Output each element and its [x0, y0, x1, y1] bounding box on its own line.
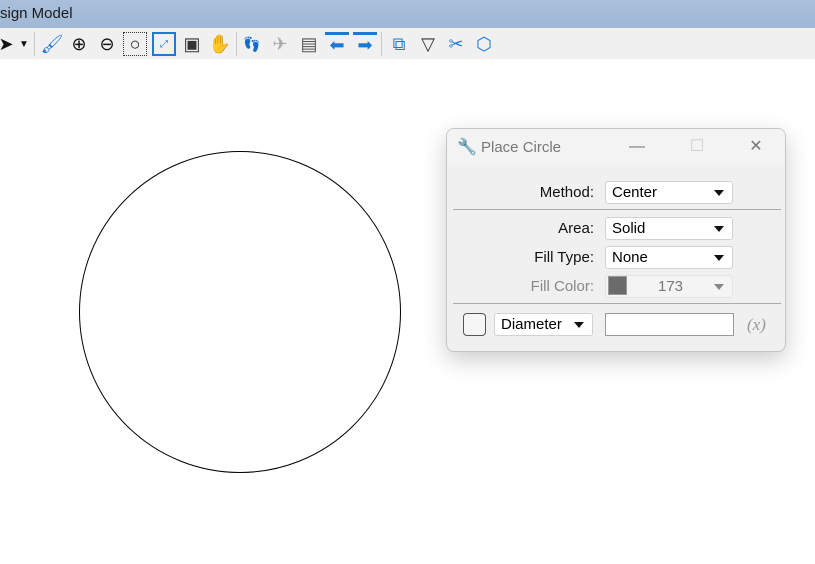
- rotate-view-icon[interactable]: ▣: [180, 32, 204, 56]
- copy-view-icon[interactable]: ⧉: [387, 32, 411, 56]
- previous-view-icon[interactable]: ⬅: [325, 32, 349, 56]
- window-title: sign Model: [0, 5, 73, 22]
- chevron-down-icon: [714, 190, 724, 196]
- method-label: Method:: [539, 184, 594, 201]
- method-value: Center: [612, 184, 658, 201]
- next-view-icon[interactable]: ➡: [353, 32, 377, 56]
- minimize-button[interactable]: —: [622, 135, 652, 159]
- view-previous-screen-icon[interactable]: ▤: [297, 32, 321, 56]
- area-dropdown[interactable]: Solid: [605, 217, 733, 240]
- zoom-out-icon[interactable]: ⊖: [95, 32, 119, 56]
- diameter-input[interactable]: [605, 313, 734, 336]
- title-bar: sign Model: [0, 0, 815, 28]
- area-label: Area:: [558, 220, 594, 237]
- close-button[interactable]: ✕: [741, 135, 771, 159]
- color-swatch: [608, 276, 627, 295]
- window-area-icon[interactable]: ○: [123, 32, 147, 56]
- clip-volume-icon[interactable]: ✂: [444, 32, 468, 56]
- expression-button[interactable]: (x): [747, 315, 766, 335]
- chevron-down-icon: [714, 255, 724, 261]
- tool-settings-icon: 🔧: [457, 139, 477, 156]
- dialog-title-bar[interactable]: 🔧 Place Circle — ☐ ✕: [447, 129, 785, 165]
- view-display-mode-icon[interactable]: ▽: [416, 32, 440, 56]
- fill-color-dropdown: 173: [605, 275, 733, 298]
- divider: [453, 303, 781, 304]
- chevron-down-icon: [714, 284, 724, 290]
- update-view-icon[interactable]: 🖌: [40, 32, 64, 56]
- chevron-down-icon: [574, 322, 584, 328]
- zoom-in-icon[interactable]: ⊕: [67, 32, 91, 56]
- maximize-button[interactable]: ☐: [682, 135, 712, 159]
- circle-element[interactable]: [79, 151, 401, 473]
- fit-view-icon[interactable]: ⤢: [152, 32, 176, 56]
- fill-color-label: Fill Color:: [530, 278, 594, 295]
- diameter-mode-dropdown[interactable]: Diameter: [494, 313, 593, 336]
- area-value: Solid: [612, 220, 646, 237]
- view-toolbar: ➤ ▼ 🖌 ⊕ ⊖ ○ ⤢ ▣ ✋ 👣 ✈ ▤ ⬅ ➡ ⧉ ▽ ✂ ⬡: [0, 28, 815, 59]
- fill-type-value: None: [612, 249, 648, 266]
- diameter-lock-checkbox[interactable]: [463, 313, 486, 336]
- walk-icon[interactable]: 👣: [240, 32, 264, 56]
- divider: [453, 209, 781, 210]
- place-circle-dialog: 🔧 Place Circle — ☐ ✕ Method: Center Area…: [446, 128, 786, 352]
- fill-color-value: 173: [658, 278, 684, 295]
- dropdown-arrow-icon[interactable]: ▼: [12, 32, 36, 56]
- pan-view-icon[interactable]: ✋: [208, 32, 232, 56]
- fill-type-label: Fill Type:: [534, 249, 594, 266]
- chevron-down-icon: [714, 226, 724, 232]
- method-dropdown[interactable]: Center: [605, 181, 733, 204]
- fly-icon[interactable]: ✈: [268, 32, 292, 56]
- dialog-title: Place Circle: [481, 139, 562, 156]
- clip-mask-icon[interactable]: ⬡: [472, 32, 496, 56]
- fill-type-dropdown[interactable]: None: [605, 246, 733, 269]
- diameter-mode-value: Diameter: [501, 316, 562, 333]
